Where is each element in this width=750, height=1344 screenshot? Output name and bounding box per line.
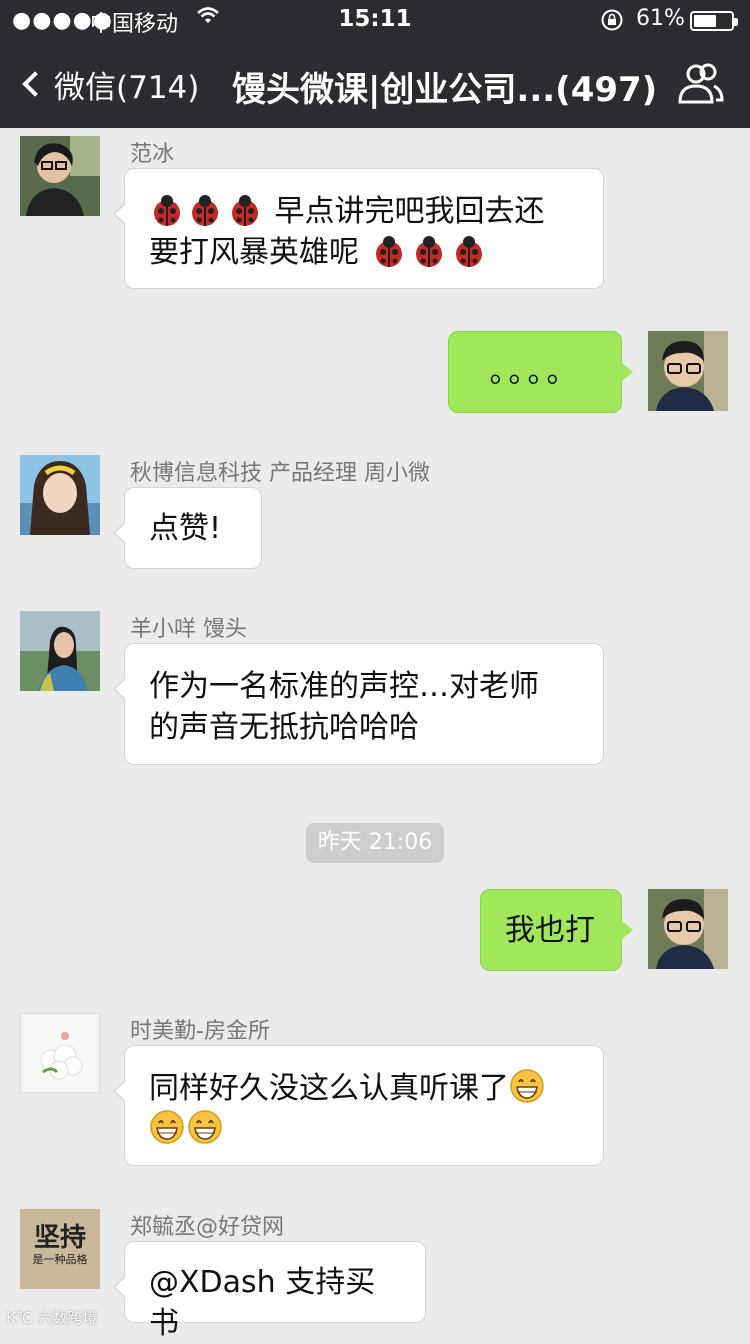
watermark: K℃ 六数跨境 (6, 1309, 98, 1327)
battery-fill (694, 15, 716, 27)
ladybug-icon (154, 195, 180, 226)
ladybug-icon (455, 236, 482, 267)
message-line: 同样好久没这么认真听课了 (149, 1068, 579, 1109)
avatar-text: 坚持 (33, 1223, 86, 1253)
rotation-lock-icon (600, 8, 624, 32)
ladybug-icon (415, 236, 442, 267)
message-bubble[interactable]: @XDash 支持买书 (113, 1241, 426, 1341)
avatar-fanbing[interactable] (20, 136, 100, 216)
ladybug-icon (375, 236, 402, 267)
message-bubble[interactable]: 早点讲完吧我回去还 要打风暴英雄呢 (113, 168, 604, 289)
grin-emoji-icon (150, 1110, 184, 1144)
avatar-self[interactable] (648, 331, 728, 411)
top-bar: ●●●●● 中国移动 15:11 61% 微信(714) 馒头微课|创业公司..… (0, 0, 750, 128)
avatar-subtext: 是一种品格 (32, 1253, 88, 1266)
message-text: 我也打 (505, 913, 595, 948)
battery-nub (734, 18, 738, 26)
navigation-bar: 微信(714) 馒头微课|创业公司...(497) (0, 40, 750, 128)
message-line: 要打风暴英雄呢 (149, 232, 579, 273)
timestamp: 昨天 21:06 (306, 823, 444, 863)
message-bubble-self[interactable]: 。。。。 (448, 331, 633, 413)
message-text: 要打风暴英雄呢 (149, 235, 359, 270)
sender-name: 羊小咩 馒头 (130, 617, 247, 642)
message-bubble[interactable]: 作为一名标准的声控…对老师 的声音无抵抗哈哈哈 (113, 643, 604, 765)
message-text: @XDash 支持买书 (149, 1265, 376, 1341)
message-text: 点赞! (149, 511, 222, 546)
ladybug-icon (192, 195, 218, 226)
back-button[interactable]: 微信(714) (16, 58, 199, 110)
sender-name: 范冰 (130, 142, 175, 167)
back-label: 微信(714) (54, 69, 200, 106)
grin-emoji-icon (510, 1069, 544, 1103)
message-line (149, 1109, 579, 1150)
message-bubble-self[interactable]: 我也打 (480, 889, 633, 971)
avatar-zhouxiaowei[interactable] (20, 455, 100, 535)
avatar-yangxiaomie[interactable] (20, 611, 100, 691)
grin-emoji-icon (188, 1110, 222, 1144)
battery-icon (690, 11, 738, 31)
chat-title: 馒头微课|创业公司...(497) (232, 70, 658, 110)
message-line: 早点讲完吧我回去还 (149, 191, 579, 232)
message-text: 同样好久没这么认真听课了 (149, 1071, 509, 1106)
avatar-shimeiqin[interactable] (20, 1013, 100, 1093)
battery-percent: 61% (636, 6, 685, 31)
status-bar: ●●●●● 中国移动 15:11 61% (0, 0, 750, 40)
avatar-self[interactable] (648, 889, 728, 969)
ladybug-icon (232, 195, 258, 226)
message-text: 早点讲完吧我回去还 (274, 194, 545, 229)
sender-name: 郑毓丞@好贷网 (130, 1215, 285, 1240)
chevron-left-icon (22, 71, 48, 97)
message-text: 作为一名标准的声控…对老师 (149, 669, 539, 704)
message-text: 。。。。 (489, 355, 581, 390)
sender-name: 时美勤-房金所 (130, 1019, 270, 1044)
message-bubble[interactable]: 同样好久没这么认真听课了 (113, 1045, 604, 1166)
avatar-zhengyucheng[interactable]: 坚持 是一种品格 (20, 1209, 100, 1289)
chat-messages[interactable]: 范冰 早点讲完吧我回去还 要打风暴英雄呢 。。。。 秋博信息科技 产品经理 周小… (0, 128, 750, 1341)
sender-name: 秋博信息科技 产品经理 周小微 (130, 461, 430, 486)
message-text: 的声音无抵抗哈哈哈 (149, 710, 419, 745)
people-icon[interactable] (676, 62, 724, 106)
message-bubble[interactable]: 点赞! (113, 487, 262, 569)
